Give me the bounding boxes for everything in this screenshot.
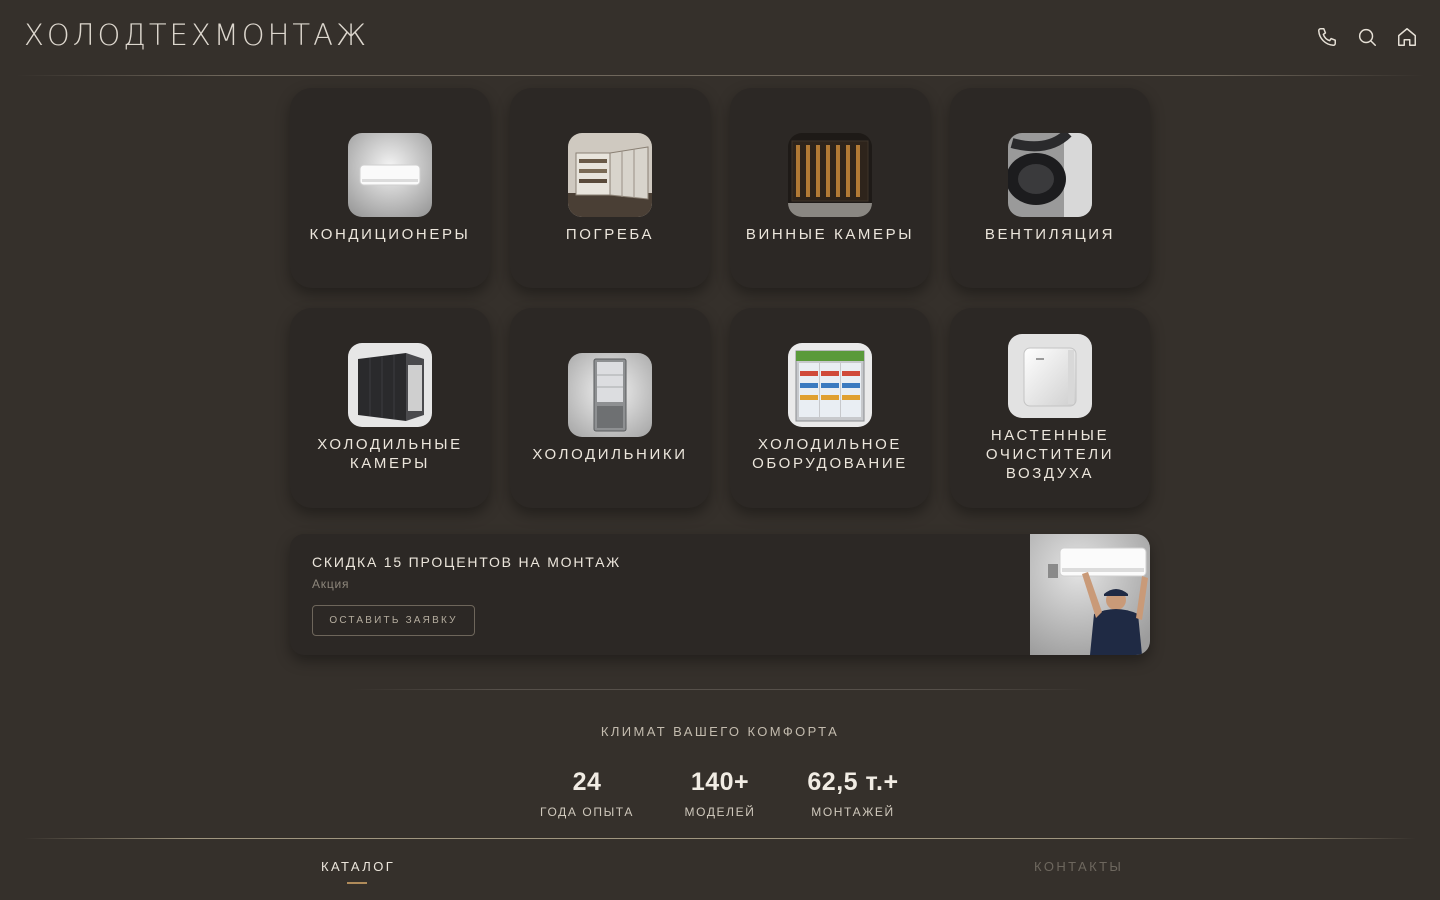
stat-installations: 62,5 т.+ МОНТАЖЕЙ	[783, 768, 923, 819]
site-header: ХОЛОДТЕХМОНТАЖ	[0, 0, 1440, 76]
category-card-cold-rooms[interactable]: ХОЛОДИЛЬНЫЕ КАМЕРЫ	[290, 308, 490, 508]
category-card-air-purifiers[interactable]: НАСТЕННЫЕ ОЧИСТИТЕЛИ ВОЗДУХА	[950, 308, 1150, 508]
nav-contacts[interactable]: КОНТАКТЫ	[1034, 859, 1123, 874]
card-label: ХОЛОДИЛЬНОЕ ОБОРУДОВАНИЕ	[752, 436, 908, 472]
stat-label: МОДЕЛЕЙ	[684, 805, 756, 819]
air-purifier-image	[1008, 333, 1092, 418]
card-label: ХОЛОДИЛЬНИКИ	[532, 445, 688, 463]
stat-value: 24	[572, 768, 602, 796]
card-label: ХОЛОДИЛЬНЫЕ КАМЕРЫ	[317, 436, 463, 472]
header-icons	[1316, 26, 1418, 48]
stat-label: МОНТАЖЕЙ	[811, 805, 895, 819]
conditioner-image	[348, 132, 432, 217]
category-card-cellars[interactable]: ПОГРЕБА	[510, 88, 710, 288]
card-label: НАСТЕННЫЕ ОЧИСТИТЕЛИ ВОЗДУХА	[985, 426, 1115, 482]
home-icon[interactable]	[1396, 26, 1418, 48]
display-fridge-image	[788, 343, 872, 427]
nav-catalog[interactable]: КАТАЛОГ	[321, 859, 395, 874]
card-label: ПОГРЕБА	[565, 225, 655, 243]
promo-banner: СКИДКА 15 ПРОЦЕНТОВ НА МОНТАЖ Акция ОСТА…	[290, 534, 1150, 655]
category-card-conditioners[interactable]: КОНДИЦИОНЕРЫ	[290, 88, 490, 288]
card-label: ВЕНТИЛЯЦИЯ	[984, 225, 1116, 243]
phone-icon[interactable]	[1316, 26, 1338, 48]
refrigerator-image	[568, 352, 652, 437]
slogan: КЛИМАТ ВАШЕГО КОМФОРТА	[600, 724, 840, 739]
category-card-refrigerators[interactable]: ХОЛОДИЛЬНИКИ	[510, 308, 710, 508]
search-icon[interactable]	[1356, 26, 1378, 48]
promo-subtitle: Акция	[312, 577, 350, 591]
stat-models: 140+ МОДЕЛЕЙ	[650, 768, 790, 819]
bottom-nav-divider	[24, 838, 1416, 839]
wine-cabinet-image	[788, 132, 872, 217]
leave-request-button[interactable]: ОСТАВИТЬ ЗАЯВКУ	[312, 605, 475, 636]
site-logo[interactable]: ХОЛОДТЕХМОНТАЖ	[24, 18, 369, 52]
cold-room-image	[348, 343, 432, 427]
stat-value: 62,5 т.+	[807, 768, 899, 796]
card-label: КОНДИЦИОНЕРЫ	[309, 225, 471, 243]
card-label: ВИННЫЕ КАМЕРЫ	[745, 225, 915, 243]
section-divider	[350, 689, 1090, 690]
cellar-image	[568, 132, 652, 217]
category-card-wine-cabinets[interactable]: ВИННЫЕ КАМЕРЫ	[730, 88, 930, 288]
ventilation-image	[1008, 132, 1092, 217]
category-card-refrigeration-equipment[interactable]: ХОЛОДИЛЬНОЕ ОБОРУДОВАНИЕ	[730, 308, 930, 508]
stat-value: 140+	[690, 768, 750, 796]
category-card-ventilation[interactable]: ВЕНТИЛЯЦИЯ	[950, 88, 1150, 288]
stat-experience: 24 ГОДА ОПЫТА	[517, 768, 657, 819]
stat-label: ГОДА ОПЫТА	[540, 805, 634, 819]
header-divider	[16, 75, 1424, 76]
nav-active-indicator	[347, 882, 367, 884]
promo-title: СКИДКА 15 ПРОЦЕНТОВ НА МОНТАЖ	[312, 554, 622, 570]
installer-image	[1030, 534, 1150, 655]
